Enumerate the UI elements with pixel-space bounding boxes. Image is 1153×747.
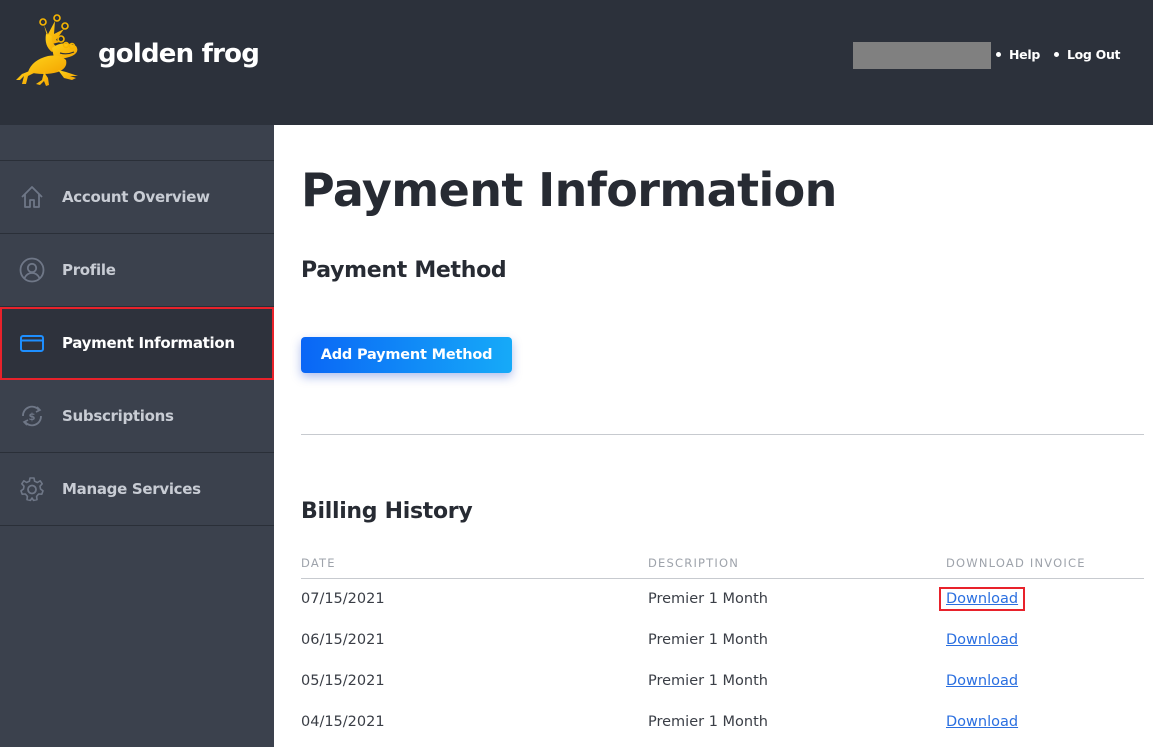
column-header-date: DATE (301, 556, 336, 570)
page-title: Payment Information (301, 163, 837, 217)
table-header: DATE DESCRIPTION DOWNLOAD INVOICE (301, 553, 1144, 579)
download-invoice-link[interactable]: Download (946, 632, 1018, 648)
frog-icon (16, 14, 78, 86)
payment-method-heading: Payment Method (301, 258, 507, 283)
row-date: 04/15/2021 (301, 714, 385, 730)
sidebar-item-label: Manage Services (62, 480, 201, 498)
help-link[interactable]: Help (1009, 47, 1040, 62)
log-out-link[interactable]: Log Out (1067, 47, 1121, 62)
sidebar-item-account-overview[interactable]: Account Overview (0, 161, 274, 234)
sidebar-item-profile[interactable]: Profile (0, 234, 274, 307)
home-icon (19, 184, 45, 210)
download-invoice-link[interactable]: Download (946, 673, 1018, 689)
table-row: 05/15/2021 Premier 1 Month Download (301, 661, 1144, 702)
row-description: Premier 1 Month (648, 714, 768, 730)
redacted-username (853, 42, 991, 69)
credit-card-icon (19, 330, 45, 356)
row-description: Premier 1 Month (648, 591, 768, 607)
sidebar: Account Overview Profile Payment Informa… (0, 125, 274, 747)
billing-history-heading: Billing History (301, 499, 473, 524)
add-payment-method-button[interactable]: Add Payment Method (301, 337, 512, 373)
row-invoice-cell: Download (938, 587, 1026, 611)
column-header-download-invoice: DOWNLOAD INVOICE (946, 556, 1086, 570)
sidebar-item-label: Subscriptions (62, 407, 174, 425)
table-row: 06/15/2021 Premier 1 Month Download (301, 620, 1144, 661)
download-invoice-link[interactable]: Download (938, 587, 1026, 611)
row-invoice-cell: Download (946, 673, 1018, 689)
gear-icon (19, 476, 45, 502)
section-divider (301, 434, 1144, 435)
billing-history-table: DATE DESCRIPTION DOWNLOAD INVOICE 07/15/… (301, 553, 1144, 743)
bullet-separator (996, 51, 1001, 57)
brand-name: golden frog (98, 39, 260, 69)
sidebar-item-label: Account Overview (62, 188, 210, 206)
top-header: golden frog Help Log Out (0, 0, 1153, 125)
golden-frog-logo[interactable]: golden frog (14, 14, 260, 90)
row-date: 07/15/2021 (301, 591, 385, 607)
svg-text:$: $ (29, 412, 36, 423)
sidebar-item-payment-information[interactable]: Payment Information (0, 307, 274, 380)
sidebar-spacer (0, 125, 274, 161)
bullet-separator (1053, 51, 1059, 57)
row-date: 05/15/2021 (301, 673, 385, 689)
download-invoice-link[interactable]: Download (946, 714, 1018, 730)
row-description: Premier 1 Month (648, 632, 768, 648)
row-description: Premier 1 Month (648, 673, 768, 689)
row-date: 06/15/2021 (301, 632, 385, 648)
subscription-refresh-icon: $ (19, 403, 45, 429)
user-circle-icon (19, 257, 45, 283)
column-header-description: DESCRIPTION (648, 556, 740, 570)
sidebar-item-label: Payment Information (62, 334, 235, 352)
sidebar-item-manage-services[interactable]: Manage Services (0, 453, 274, 526)
main-content: Payment Information Payment Method Add P… (274, 125, 1153, 747)
row-invoice-cell: Download (946, 714, 1018, 730)
sidebar-item-label: Profile (62, 261, 116, 279)
table-row: 04/15/2021 Premier 1 Month Download (301, 702, 1144, 743)
row-invoice-cell: Download (946, 632, 1018, 648)
table-row: 07/15/2021 Premier 1 Month Download (301, 579, 1144, 620)
top-nav: Help Log Out (996, 45, 1134, 63)
sidebar-item-subscriptions[interactable]: $ Subscriptions (0, 380, 274, 453)
